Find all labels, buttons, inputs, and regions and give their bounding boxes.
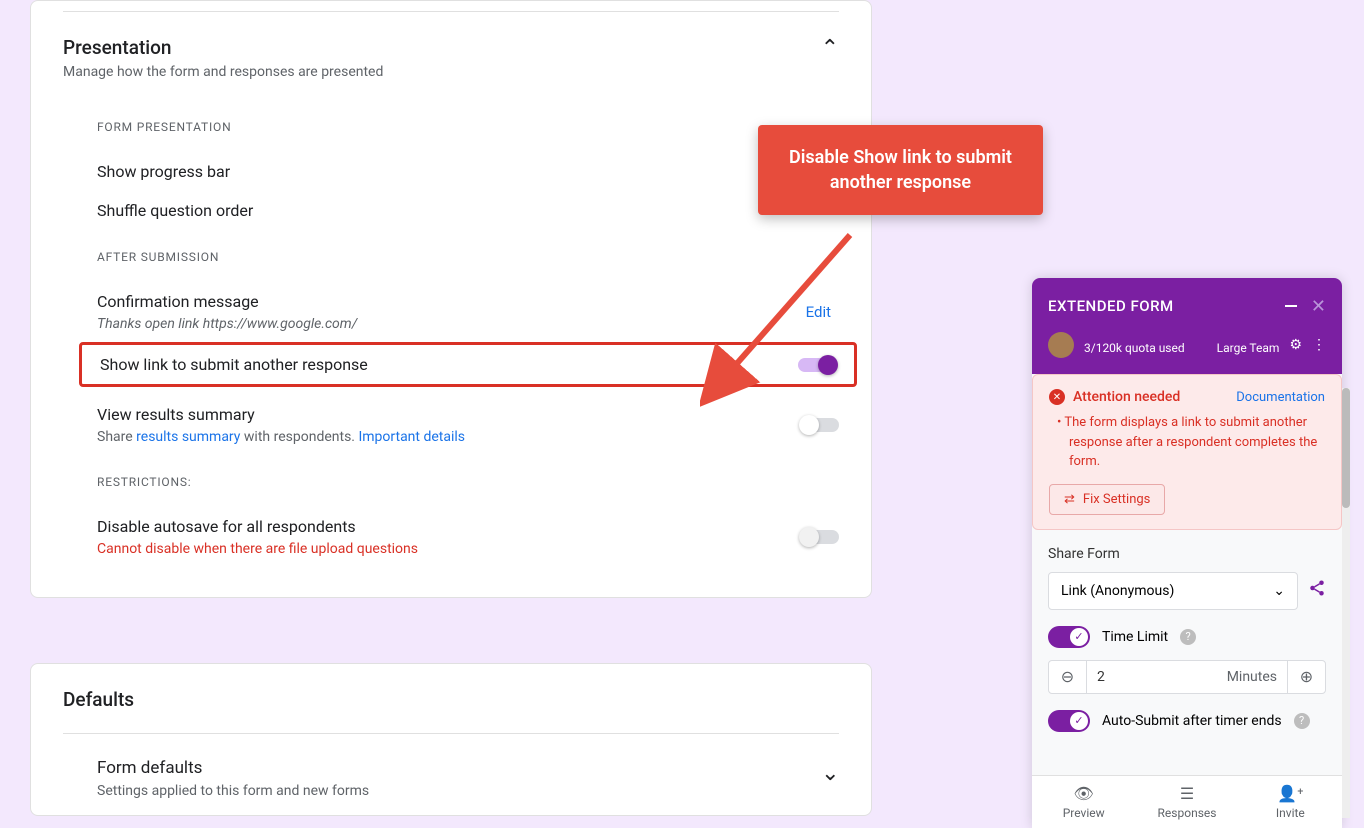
view-results-desc: Share results summary with respondents. … bbox=[97, 429, 465, 445]
auto-submit-toggle[interactable] bbox=[1048, 710, 1090, 732]
form-presentation-label: FORM PRESENTATION bbox=[97, 120, 839, 134]
auto-submit-row: Auto-Submit after timer ends ? bbox=[1048, 710, 1326, 732]
show-link-label: Show link to submit another response bbox=[100, 355, 368, 374]
eye-icon: 👁 bbox=[1074, 784, 1094, 803]
help-icon[interactable]: ? bbox=[1294, 713, 1310, 729]
autosave-row: Disable autosave for all respondents Can… bbox=[97, 507, 839, 597]
time-value: 2 bbox=[1097, 669, 1105, 685]
divider bbox=[63, 11, 839, 12]
nav-responses[interactable]: ☰ Responses bbox=[1135, 776, 1238, 828]
highlighted-setting: Show link to submit another response bbox=[79, 342, 857, 387]
show-progress-row: Show progress bar bbox=[97, 152, 839, 191]
view-results-title: View results summary bbox=[97, 405, 465, 424]
shuffle-label: Shuffle question order bbox=[97, 201, 253, 220]
settings-card: Presentation Manage how the form and res… bbox=[30, 0, 872, 598]
person-add-icon: 👤⁺ bbox=[1277, 784, 1303, 803]
time-unit: Minutes bbox=[1227, 669, 1277, 685]
time-stepper: ⊖ 2 Minutes ⊕ bbox=[1048, 660, 1326, 694]
presentation-title: Presentation bbox=[63, 36, 383, 59]
error-icon: ✕ bbox=[1049, 389, 1065, 405]
confirmation-message: Thanks open link https://www.google.com/ bbox=[97, 316, 357, 332]
help-icon[interactable]: ? bbox=[1180, 629, 1196, 645]
time-limit-label: Time Limit bbox=[1102, 629, 1168, 645]
fix-settings-button[interactable]: ⇄ Fix Settings bbox=[1049, 484, 1165, 515]
nav-preview-label: Preview bbox=[1063, 806, 1105, 820]
avatar[interactable] bbox=[1048, 332, 1074, 358]
extension-sidebar: EXTENDED FORM ✕ 3/120k quota used Large … bbox=[1032, 278, 1342, 828]
chevron-up-icon[interactable]: ⌃ bbox=[821, 36, 839, 61]
view-results-toggle[interactable] bbox=[801, 418, 839, 432]
share-select[interactable]: Link (Anonymous) ⌄ bbox=[1048, 572, 1298, 610]
quota-text: 3/120k quota used bbox=[1084, 341, 1185, 355]
presentation-header[interactable]: Presentation Manage how the form and res… bbox=[63, 36, 839, 100]
form-defaults-header[interactable]: Form defaults Settings applied to this f… bbox=[97, 758, 839, 805]
results-summary-link[interactable]: results summary bbox=[136, 429, 240, 445]
time-limit-toggle[interactable] bbox=[1048, 626, 1090, 648]
sidebar-body[interactable]: ✕ Attention needed Documentation The for… bbox=[1032, 374, 1342, 775]
time-input[interactable]: 2 Minutes bbox=[1087, 661, 1287, 693]
chevron-down-icon[interactable]: ⌃ bbox=[821, 758, 839, 783]
list-icon: ☰ bbox=[1180, 784, 1194, 803]
show-link-toggle[interactable] bbox=[798, 358, 836, 372]
decrement-button[interactable]: ⊖ bbox=[1049, 661, 1087, 693]
minimize-icon[interactable] bbox=[1285, 305, 1297, 307]
increment-button[interactable]: ⊕ bbox=[1287, 661, 1325, 693]
edit-button[interactable]: Edit bbox=[806, 303, 831, 321]
autosave-toggle bbox=[801, 530, 839, 544]
sidebar-title: EXTENDED FORM bbox=[1048, 297, 1174, 315]
after-submission-label: AFTER SUBMISSION bbox=[97, 250, 839, 264]
menu-icon[interactable]: ⋮ bbox=[1312, 337, 1326, 353]
show-link-row: Show link to submit another response bbox=[100, 355, 836, 374]
desc-prefix: Share bbox=[97, 429, 136, 445]
nav-preview[interactable]: 👁 Preview bbox=[1032, 776, 1135, 828]
gear-icon[interactable]: ⚙ bbox=[1289, 337, 1302, 353]
autosave-warning: Cannot disable when there are file uploa… bbox=[97, 541, 418, 557]
important-details-link[interactable]: Important details bbox=[358, 429, 465, 445]
form-defaults-title: Form defaults bbox=[97, 758, 369, 778]
restrictions-label: RESTRICTIONS: bbox=[97, 475, 839, 489]
defaults-title: Defaults bbox=[63, 688, 839, 711]
close-icon[interactable]: ✕ bbox=[1311, 296, 1326, 317]
share-label: Share Form bbox=[1048, 546, 1326, 562]
presentation-group: FORM PRESENTATION Show progress bar Shuf… bbox=[97, 120, 839, 597]
nav-invite[interactable]: 👤⁺ Invite bbox=[1239, 776, 1342, 828]
share-section: Share Form Link (Anonymous) ⌄ Time Limit… bbox=[1032, 530, 1342, 748]
view-results-row: View results summary Share results summa… bbox=[97, 395, 839, 455]
time-limit-row: Time Limit ? bbox=[1048, 626, 1326, 648]
alert-banner: ✕ Attention needed Documentation The for… bbox=[1032, 374, 1342, 530]
desc-mid: with respondents. bbox=[240, 429, 358, 445]
instruction-tooltip: Disable Show link to submit another resp… bbox=[758, 125, 1043, 215]
confirmation-title: Confirmation message bbox=[97, 292, 357, 311]
tooltip-text: Disable Show link to submit another resp… bbox=[789, 147, 1012, 193]
plan-text: Large Team bbox=[1217, 341, 1280, 355]
confirmation-row: Confirmation message Thanks open link ht… bbox=[97, 282, 839, 342]
autosave-title: Disable autosave for all respondents bbox=[97, 517, 418, 536]
documentation-link[interactable]: Documentation bbox=[1236, 390, 1325, 405]
alert-message: The form displays a link to submit anoth… bbox=[1069, 413, 1325, 472]
share-icon[interactable] bbox=[1308, 579, 1326, 602]
form-defaults-sub: Settings applied to this form and new fo… bbox=[97, 783, 369, 799]
shuffle-row: Shuffle question order bbox=[97, 191, 839, 230]
nav-invite-label: Invite bbox=[1276, 806, 1305, 820]
nav-responses-label: Responses bbox=[1158, 806, 1217, 820]
sidebar-header: EXTENDED FORM ✕ 3/120k quota used Large … bbox=[1032, 278, 1342, 374]
divider bbox=[63, 733, 839, 734]
presentation-subtitle: Manage how the form and responses are pr… bbox=[63, 64, 383, 80]
sidebar-nav: 👁 Preview ☰ Responses 👤⁺ Invite bbox=[1032, 775, 1342, 828]
share-value: Link (Anonymous) bbox=[1061, 583, 1174, 599]
alert-title: Attention needed bbox=[1073, 389, 1180, 405]
fix-label: Fix Settings bbox=[1083, 492, 1151, 507]
chevron-down-icon: ⌄ bbox=[1273, 583, 1285, 599]
sidebar-scrollbar[interactable] bbox=[1342, 388, 1350, 818]
auto-submit-label: Auto-Submit after timer ends bbox=[1102, 713, 1282, 729]
fix-icon: ⇄ bbox=[1064, 492, 1075, 507]
show-progress-label: Show progress bar bbox=[97, 162, 230, 181]
defaults-card: Defaults Form defaults Settings applied … bbox=[30, 663, 872, 816]
